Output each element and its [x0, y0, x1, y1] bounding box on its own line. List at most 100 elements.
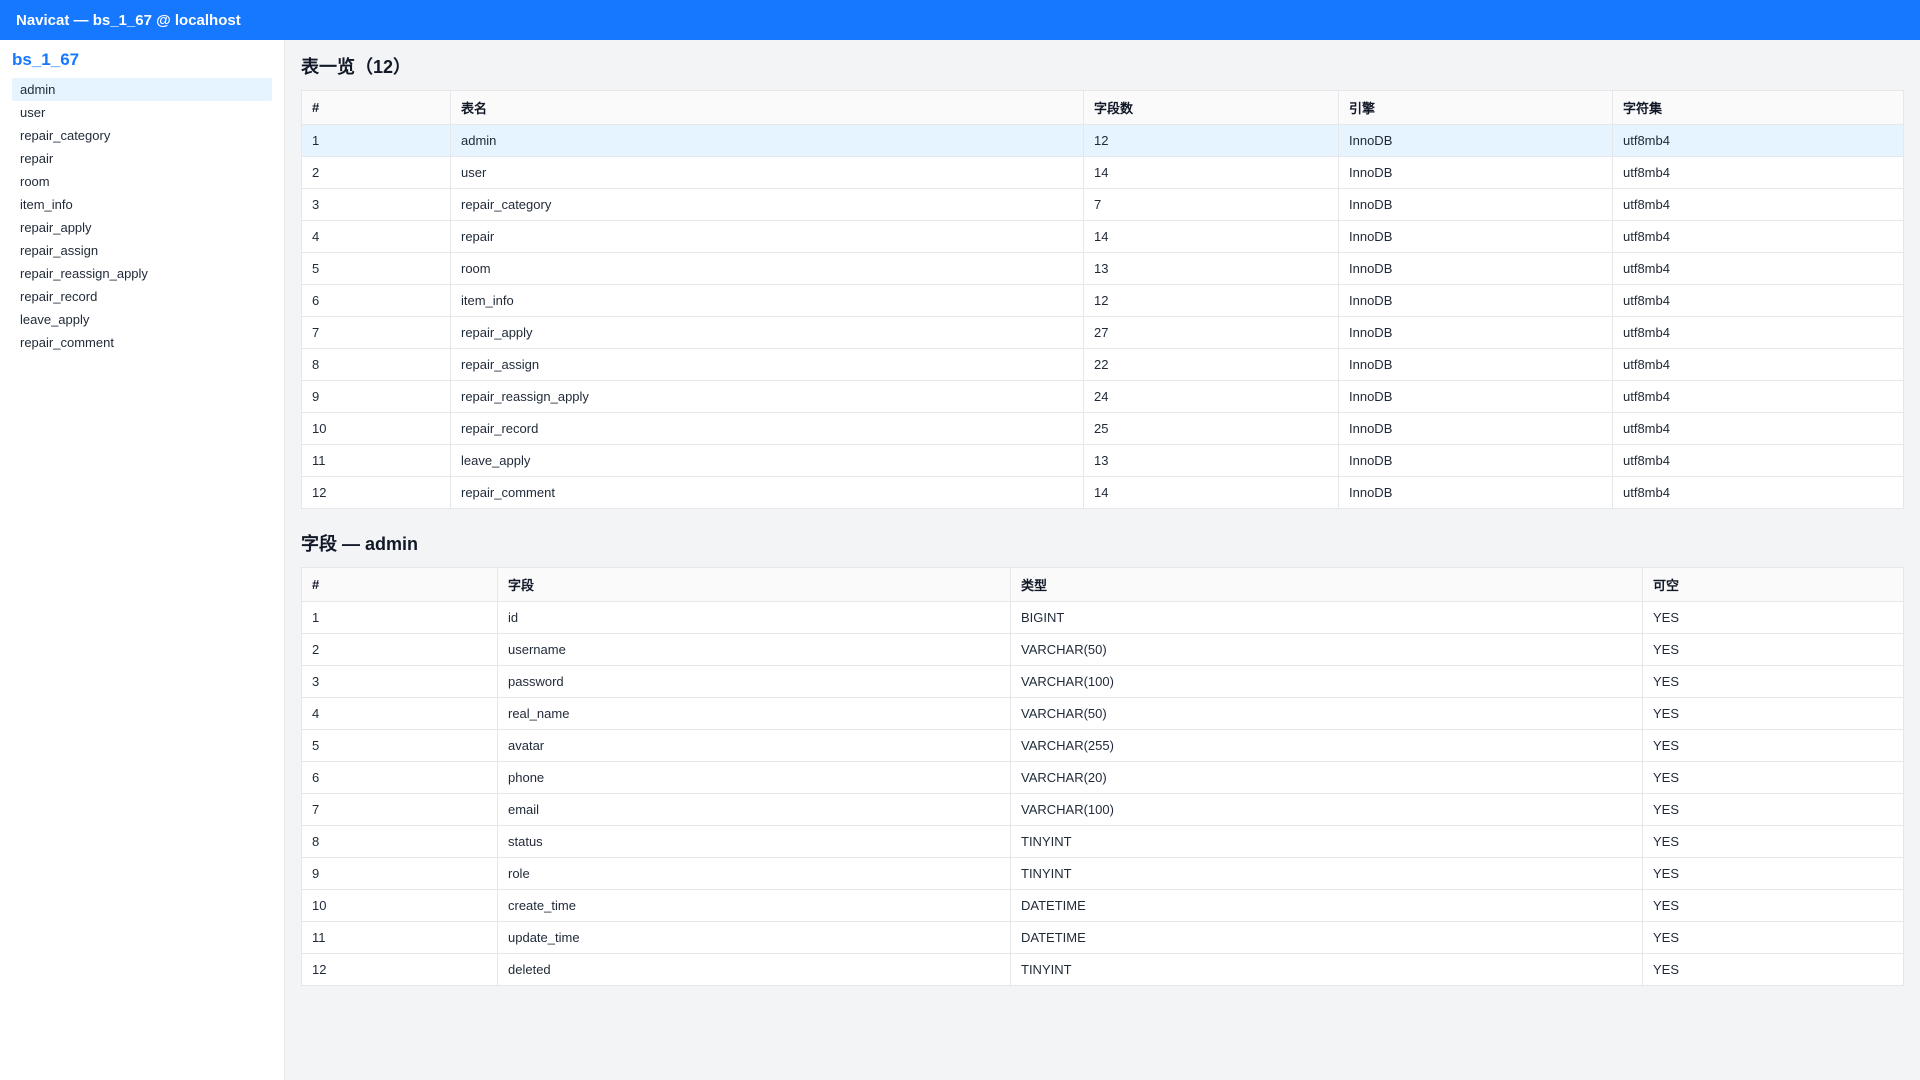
table-cell: room: [450, 252, 1084, 285]
table-cell: 5: [301, 252, 451, 285]
table-cell: 7: [1083, 188, 1339, 221]
table-cell: avatar: [497, 729, 1011, 762]
table-cell: 5: [301, 729, 498, 762]
table-cell: 22: [1083, 348, 1339, 381]
table-row[interactable]: 12 repair_comment 14 InnoDB utf8mb4: [301, 476, 1904, 509]
table-row[interactable]: 7 email VARCHAR(100) YES: [301, 793, 1904, 826]
column-header[interactable]: 字段数: [1083, 90, 1339, 125]
table-cell: repair_comment: [450, 476, 1084, 509]
table-row[interactable]: 2 user 14 InnoDB utf8mb4: [301, 156, 1904, 189]
table-cell: DATETIME: [1010, 921, 1643, 954]
sidebar-item-repair-comment[interactable]: repair_comment: [12, 331, 272, 354]
sidebar-item-room[interactable]: room: [12, 170, 272, 193]
table-cell: repair_reassign_apply: [450, 380, 1084, 413]
sidebar-item-leave-apply[interactable]: leave_apply: [12, 308, 272, 331]
table-row[interactable]: 9 repair_reassign_apply 24 InnoDB utf8mb4: [301, 380, 1904, 413]
table-cell: 12: [301, 953, 498, 986]
table-cell: status: [497, 825, 1011, 858]
table-cell: VARCHAR(20): [1010, 761, 1643, 794]
column-header[interactable]: 引擎: [1338, 90, 1613, 125]
table-cell: 7: [301, 316, 451, 349]
column-header[interactable]: 表名: [450, 90, 1084, 125]
table-row[interactable]: 11 update_time DATETIME YES: [301, 921, 1904, 954]
table-cell: admin: [450, 124, 1084, 157]
table-row[interactable]: 12 deleted TINYINT YES: [301, 953, 1904, 986]
table-row[interactable]: 9 role TINYINT YES: [301, 857, 1904, 890]
sidebar-item-repair-reassign-apply[interactable]: repair_reassign_apply: [12, 262, 272, 285]
table-cell: InnoDB: [1338, 316, 1613, 349]
table-row[interactable]: 3 password VARCHAR(100) YES: [301, 665, 1904, 698]
column-header[interactable]: #: [301, 567, 498, 602]
sidebar-item-repair-apply[interactable]: repair_apply: [12, 216, 272, 239]
table-cell: InnoDB: [1338, 252, 1613, 285]
table-cell: 12: [1083, 124, 1339, 157]
sidebar-item-item-info[interactable]: item_info: [12, 193, 272, 216]
table-row[interactable]: 5 room 13 InnoDB utf8mb4: [301, 252, 1904, 285]
table-row[interactable]: 1 admin 12 InnoDB utf8mb4: [301, 124, 1904, 157]
table-row[interactable]: 11 leave_apply 13 InnoDB utf8mb4: [301, 444, 1904, 477]
sidebar-item-repair-assign[interactable]: repair_assign: [12, 239, 272, 262]
table-cell: repair_apply: [450, 316, 1084, 349]
tables-header-row: # 表名 字段数 引擎 字符集: [301, 90, 1904, 125]
table-row[interactable]: 4 repair 14 InnoDB utf8mb4: [301, 220, 1904, 253]
table-cell: YES: [1642, 633, 1904, 666]
database-name[interactable]: bs_1_67: [12, 50, 272, 70]
sidebar-item-admin[interactable]: admin: [12, 78, 272, 101]
table-row[interactable]: 6 phone VARCHAR(20) YES: [301, 761, 1904, 794]
table-row[interactable]: 8 repair_assign 22 InnoDB utf8mb4: [301, 348, 1904, 381]
table-row[interactable]: 10 repair_record 25 InnoDB utf8mb4: [301, 412, 1904, 445]
table-cell: 14: [1083, 220, 1339, 253]
tables-overview-table: # 表名 字段数 引擎 字符集 1 admin 12 InnoDB utf8mb4 2 user 14…: [301, 90, 1904, 509]
table-cell: VARCHAR(255): [1010, 729, 1643, 762]
table-cell: YES: [1642, 697, 1904, 730]
fields-header-row: # 字段 类型 可空: [301, 567, 1904, 602]
table-row[interactable]: 10 create_time DATETIME YES: [301, 889, 1904, 922]
sidebar-item-repair-category[interactable]: repair_category: [12, 124, 272, 147]
table-cell: 12: [1083, 284, 1339, 317]
table-row[interactable]: 3 repair_category 7 InnoDB utf8mb4: [301, 188, 1904, 221]
table-cell: YES: [1642, 729, 1904, 762]
table-cell: deleted: [497, 953, 1011, 986]
sidebar-item-user[interactable]: user: [12, 101, 272, 124]
table-row[interactable]: 7 repair_apply 27 InnoDB utf8mb4: [301, 316, 1904, 349]
tables-body: 1 admin 12 InnoDB utf8mb4 2 user 14 InnoDB utf8mb…: [301, 124, 1904, 509]
sidebar-item-repair[interactable]: repair: [12, 147, 272, 170]
sidebar: bs_1_67 admin user repair_category repair ro…: [0, 40, 285, 1080]
table-row[interactable]: 1 id BIGINT YES: [301, 601, 1904, 634]
table-row[interactable]: 8 status TINYINT YES: [301, 825, 1904, 858]
table-cell: utf8mb4: [1612, 220, 1904, 253]
table-cell: 24: [1083, 380, 1339, 413]
app-layout: bs_1_67 admin user repair_category repair ro…: [0, 40, 1920, 1080]
table-cell: YES: [1642, 889, 1904, 922]
table-cell: item_info: [450, 284, 1084, 317]
table-cell: 11: [301, 444, 451, 477]
table-cell: repair: [450, 220, 1084, 253]
column-header[interactable]: 类型: [1010, 567, 1643, 602]
table-cell: repair_category: [450, 188, 1084, 221]
table-cell: utf8mb4: [1612, 476, 1904, 509]
table-list: admin user repair_category repair room item_i…: [12, 78, 272, 354]
table-cell: utf8mb4: [1612, 156, 1904, 189]
column-header[interactable]: 字符集: [1612, 90, 1904, 125]
table-cell: YES: [1642, 761, 1904, 794]
column-header[interactable]: 可空: [1642, 567, 1904, 602]
table-cell: utf8mb4: [1612, 348, 1904, 381]
column-header[interactable]: 字段: [497, 567, 1011, 602]
table-cell: YES: [1642, 665, 1904, 698]
column-header[interactable]: #: [301, 90, 451, 125]
table-cell: user: [450, 156, 1084, 189]
table-row[interactable]: 6 item_info 12 InnoDB utf8mb4: [301, 284, 1904, 317]
table-cell: 6: [301, 761, 498, 794]
table-cell: 11: [301, 921, 498, 954]
table-cell: utf8mb4: [1612, 252, 1904, 285]
sidebar-item-repair-record[interactable]: repair_record: [12, 285, 272, 308]
table-cell: real_name: [497, 697, 1011, 730]
table-row[interactable]: 4 real_name VARCHAR(50) YES: [301, 697, 1904, 730]
table-cell: utf8mb4: [1612, 316, 1904, 349]
table-cell: InnoDB: [1338, 284, 1613, 317]
table-cell: InnoDB: [1338, 156, 1613, 189]
table-cell: 8: [301, 348, 451, 381]
table-row[interactable]: 5 avatar VARCHAR(255) YES: [301, 729, 1904, 762]
table-row[interactable]: 2 username VARCHAR(50) YES: [301, 633, 1904, 666]
table-cell: YES: [1642, 825, 1904, 858]
